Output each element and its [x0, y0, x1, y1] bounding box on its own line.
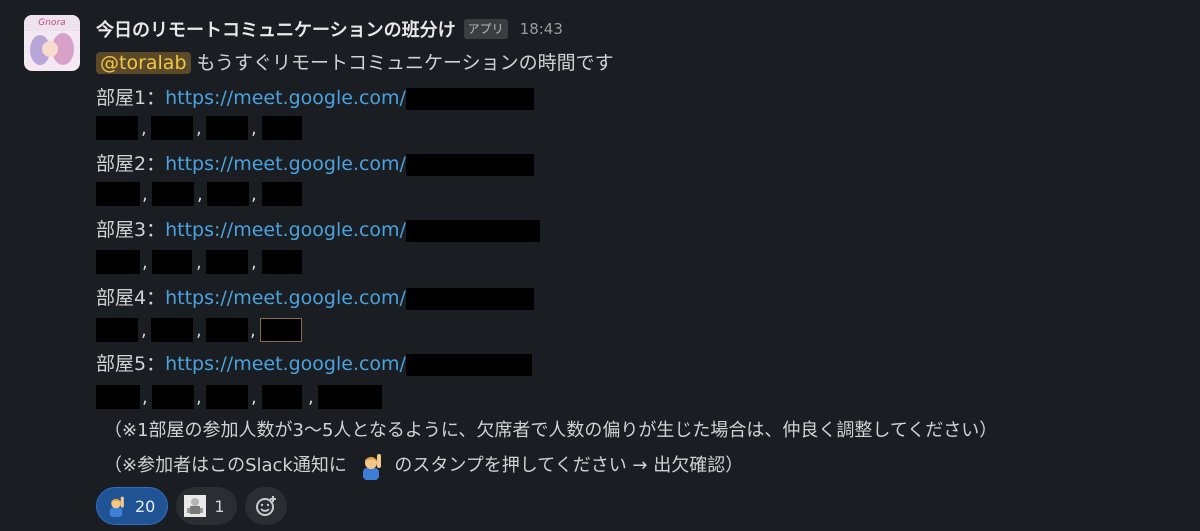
room-5-link[interactable]: https://meet.google.com/: [165, 353, 406, 375]
add-emoji-icon: [255, 495, 277, 517]
member-separator: ,: [141, 320, 147, 341]
room-1-link[interactable]: https://meet.google.com/: [165, 87, 406, 109]
reaction-custom-sticker[interactable]: 1: [176, 487, 237, 525]
member-redaction: [206, 116, 248, 140]
member-redaction: [96, 182, 140, 206]
room-4-link[interactable]: https://meet.google.com/: [165, 287, 406, 309]
message-intro: @toralab もうすぐリモートコミュニケーションの時間です: [96, 49, 614, 77]
member-redaction: [152, 385, 194, 409]
room-5-line: 部屋5：https://meet.google.com/: [96, 350, 532, 378]
member-separator: ,: [250, 320, 256, 341]
member-redaction: [262, 250, 302, 274]
note-attendance-after: のスタンプを押してください → 出欠確認）: [394, 455, 744, 476]
member-separator: ,: [196, 118, 202, 139]
member-redaction: [262, 385, 302, 409]
room-3-line: 部屋3：https://meet.google.com/: [96, 216, 540, 244]
member-redaction: [206, 318, 248, 342]
member-separator: ,: [251, 252, 257, 273]
room-4-redaction: [405, 287, 534, 310]
room-2-label: 部屋2：: [96, 153, 166, 175]
member-redaction: [96, 250, 140, 274]
room-1-redaction: [405, 87, 534, 110]
room-5-label: 部屋5：: [96, 353, 166, 375]
member-redaction: [152, 250, 192, 274]
member-separator: ,: [196, 252, 202, 273]
member-separator: ,: [142, 252, 148, 273]
app-avatar[interactable]: Gnora: [24, 15, 80, 71]
member-separator: ,: [142, 184, 148, 205]
member-redaction: [151, 116, 193, 140]
member-redaction: [262, 182, 302, 206]
raising-hand-emoji: [357, 452, 385, 480]
raising-hand-icon: [105, 495, 127, 517]
member-redaction: [262, 116, 302, 140]
avatar-logo-text: Gnora: [24, 15, 80, 31]
add-reaction-button[interactable]: [244, 487, 287, 525]
room-2-link[interactable]: https://meet.google.com/: [165, 153, 406, 175]
member-separator: ,: [197, 184, 203, 205]
room-1-line: 部屋1：https://meet.google.com/: [96, 84, 534, 112]
member-redaction: [151, 318, 193, 342]
reaction-count: 1: [214, 496, 225, 516]
app-name[interactable]: 今日のリモートコミュニケーションの班分け: [96, 16, 456, 42]
member-separator: ,: [196, 320, 202, 341]
member-redaction: [318, 385, 382, 409]
member-redaction: [152, 182, 194, 206]
room-2-redaction: [405, 153, 534, 176]
intro-text: もうすぐリモートコミュニケーションの時間です: [190, 52, 614, 74]
member-separator: ,: [141, 118, 147, 139]
room-2-line: 部屋2：https://meet.google.com/: [96, 150, 534, 178]
member-separator: ,: [142, 387, 148, 408]
member-redaction: [96, 385, 140, 409]
note-attendance-before: （※参加者はこのSlack通知に: [104, 455, 347, 476]
app-badge: アプリ: [463, 19, 508, 39]
reaction-raising-hand[interactable]: 20: [96, 487, 169, 525]
room-1-label: 部屋1：: [96, 87, 166, 109]
member-redaction: [96, 116, 138, 140]
reactions-bar: 20 1: [96, 487, 287, 525]
member-redaction: [206, 250, 248, 274]
member-separator: ,: [196, 387, 202, 408]
user-mention[interactable]: @toralab: [96, 52, 191, 74]
note-balance: （※1部屋の参加人数が3〜5人となるように、欠席者で人数の偏りが生じた場合は、仲…: [104, 420, 998, 441]
reaction-count: 20: [135, 496, 156, 516]
member-separator: ,: [251, 118, 257, 139]
room-4-label: 部屋4：: [96, 287, 166, 309]
member-separator: ,: [308, 387, 314, 408]
member-separator: ,: [251, 184, 257, 205]
room-3-redaction: [405, 219, 540, 242]
message-header: 今日のリモートコミュニケーションの班分け アプリ 18:43: [96, 16, 563, 42]
member-redaction: [96, 318, 138, 342]
note-attendance: （※参加者はこのSlack通知に のスタンプを押してください → 出欠確認）: [104, 451, 743, 481]
room-5-redaction: [405, 353, 532, 376]
member-redaction: [206, 385, 248, 409]
custom-sticker-icon: [184, 495, 207, 517]
member-redaction: [207, 182, 249, 206]
member-redaction: [260, 318, 302, 342]
room-3-link[interactable]: https://meet.google.com/: [165, 219, 406, 241]
message-timestamp[interactable]: 18:43: [520, 20, 563, 38]
room-4-line: 部屋4：https://meet.google.com/: [96, 284, 534, 312]
room-3-label: 部屋3：: [96, 219, 166, 241]
avatar-face: [42, 41, 58, 57]
member-separator: ,: [251, 387, 257, 408]
